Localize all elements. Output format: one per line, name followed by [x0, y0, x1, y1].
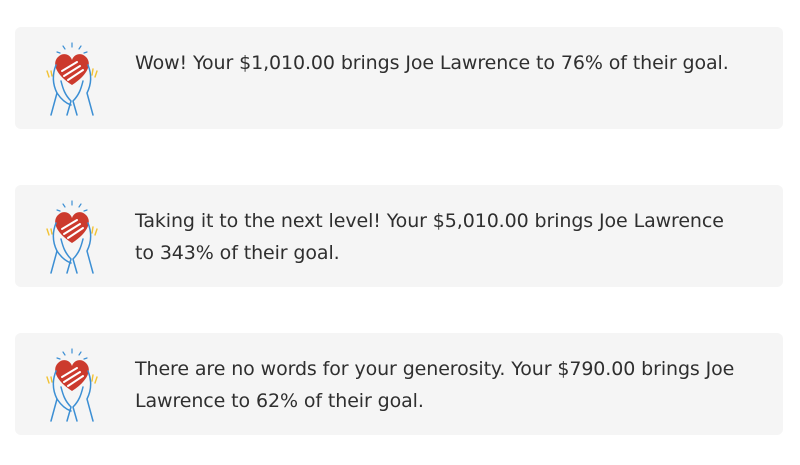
heart-in-hands-icon — [43, 199, 103, 275]
donation-message-card: Wow! Your $1,010.00 brings Joe Lawrence … — [15, 27, 783, 129]
donation-message-text: There are no words for your generosity. … — [135, 358, 735, 412]
donation-message-text: Wow! Your $1,010.00 brings Joe Lawrence … — [135, 52, 729, 74]
donation-message-card: There are no words for your generosity. … — [15, 333, 783, 435]
donation-message-text: Taking it to the next level! Your $5,010… — [135, 210, 724, 264]
heart-in-hands-icon — [43, 41, 103, 117]
donation-message-card: Taking it to the next level! Your $5,010… — [15, 185, 783, 287]
heart-in-hands-icon — [43, 347, 103, 423]
